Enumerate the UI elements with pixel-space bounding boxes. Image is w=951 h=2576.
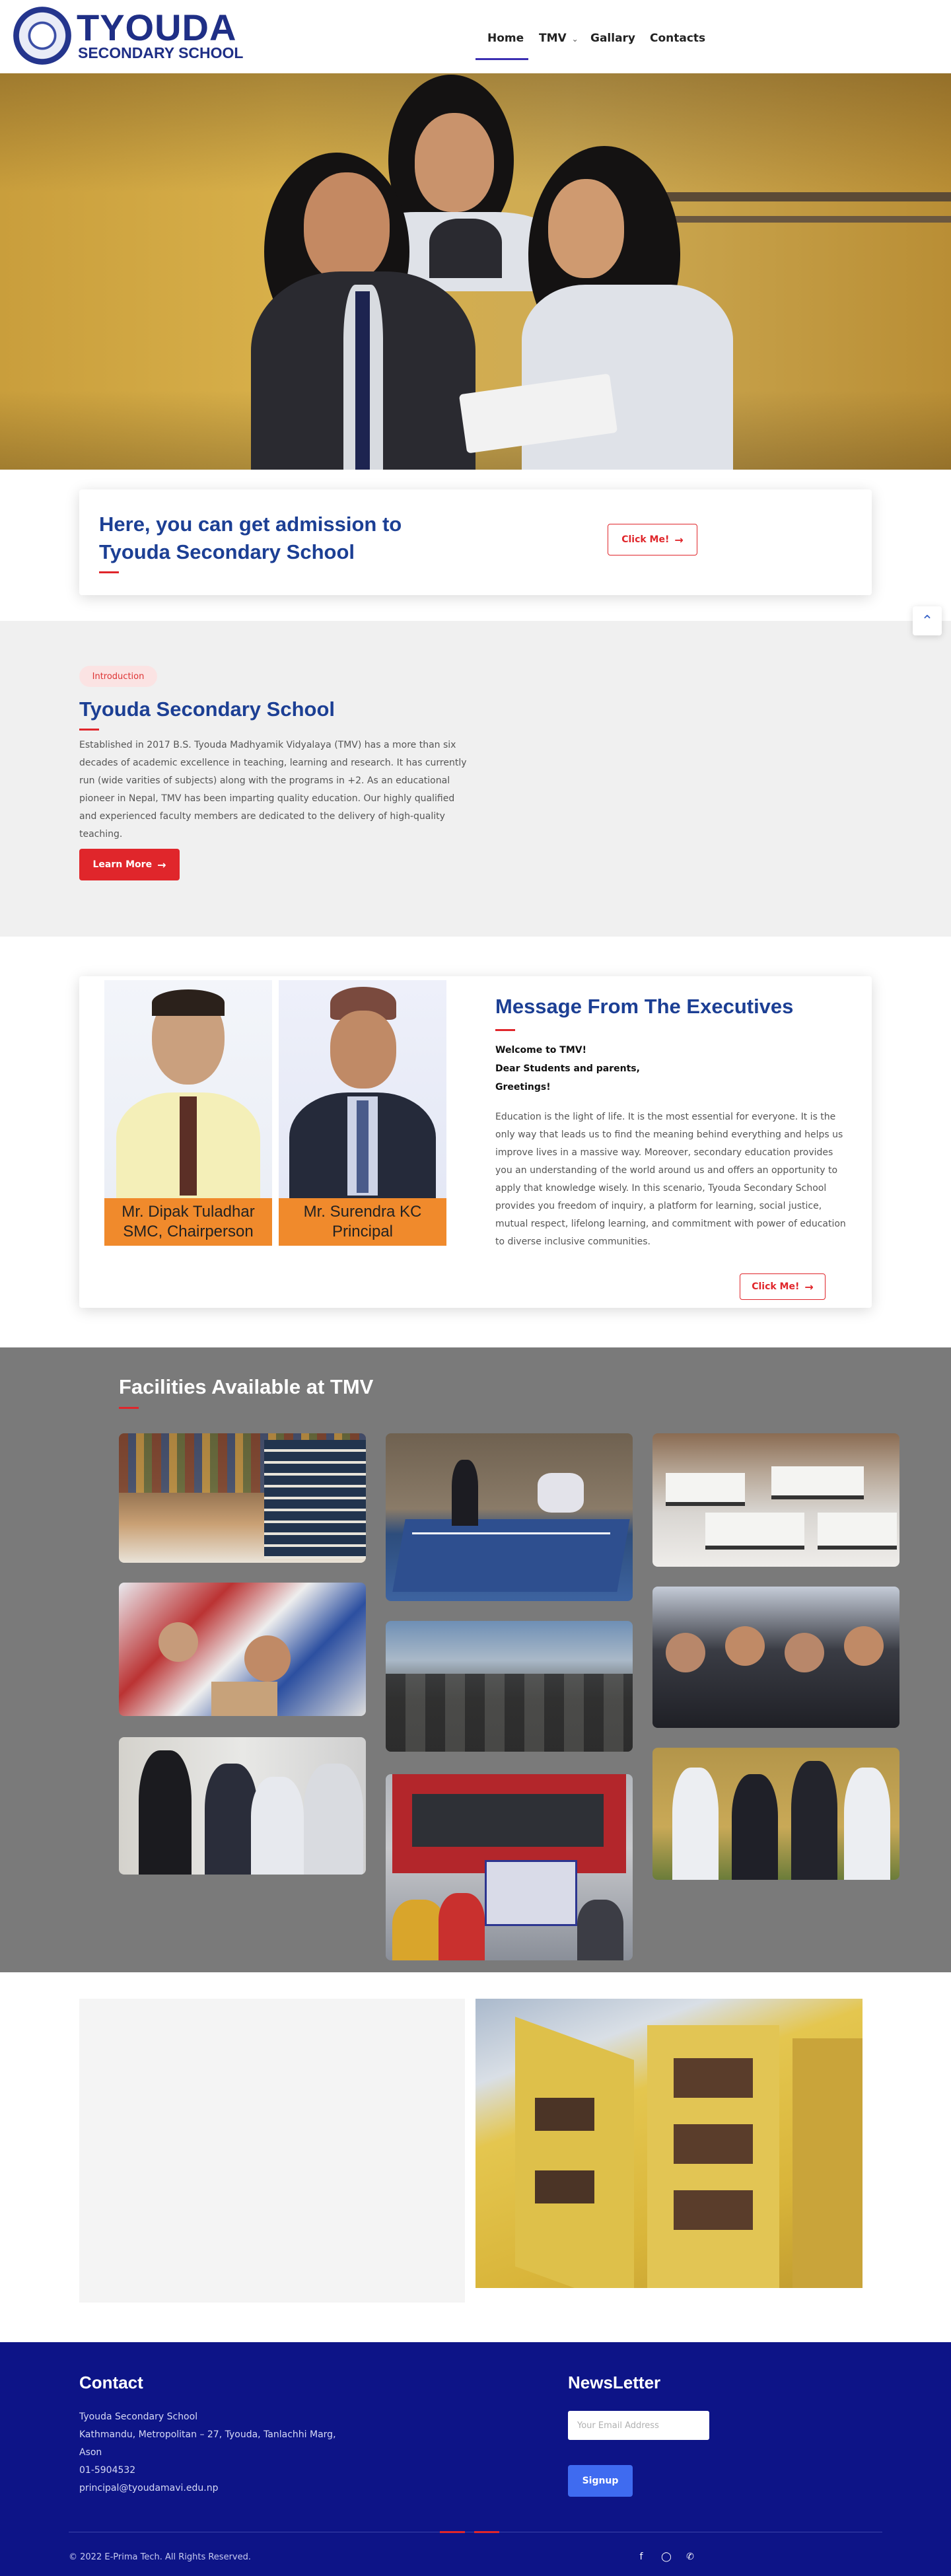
arrow-right-icon: → — [804, 1280, 814, 1293]
contact-phone[interactable]: 01-5904532 — [79, 2462, 336, 2480]
site-footer: Contact Tyouda Secondary School Kathmand… — [0, 2342, 951, 2576]
executive-photo-principal: Mr. Surendra KC Principal — [279, 980, 446, 1246]
nav-home[interactable]: Home — [487, 32, 524, 45]
facility-photo-library[interactable] — [119, 1433, 366, 1563]
facility-photo-red-cross[interactable] — [119, 1583, 366, 1716]
nav-active-indicator — [476, 58, 528, 60]
facility-photo-students[interactable] — [119, 1737, 366, 1875]
newsletter-heading: NewsLetter — [568, 2373, 661, 2392]
school-logo-seal[interactable] — [13, 7, 71, 65]
site-header: TYOUDA SECONDARY SCHOOL Home TMV ⌄ Gallar… — [0, 0, 951, 73]
hero-image — [0, 73, 951, 470]
nav-tmv[interactable]: TMV ⌄ — [539, 32, 579, 45]
introduction-section: Introduction Tyouda Secondary School Est… — [0, 621, 951, 937]
nav-contacts[interactable]: Contacts — [650, 32, 705, 45]
facility-photo-classroom[interactable] — [386, 1621, 633, 1752]
executives-click-button[interactable]: Click Me! → — [740, 1273, 826, 1300]
instagram-icon[interactable]: ◯ — [660, 2551, 672, 2563]
intro-heading: Tyouda Secondary School — [79, 698, 335, 721]
hero-railing — [627, 192, 951, 201]
executives-card: Mr. Dipak Tuladhar SMC, Chairperson Mr. … — [79, 976, 872, 1308]
contact-address: Tyouda Secondary School Kathmandu, Metro… — [79, 2408, 336, 2497]
facility-photo-assembly[interactable] — [652, 1587, 899, 1728]
facilities-heading: Facilities Available at TMV — [119, 1375, 374, 1398]
chevron-up-icon: ⌃ — [921, 612, 934, 629]
scroll-to-top-button[interactable]: ⌃ — [913, 606, 942, 635]
heading-accent-rule — [79, 729, 99, 731]
facility-photo-table-tennis[interactable] — [386, 1433, 633, 1601]
newsletter-email-input[interactable] — [568, 2411, 709, 2440]
admission-click-button[interactable]: Click Me! → — [608, 524, 697, 555]
executives-message: Education is the light of life. It is th… — [495, 1112, 846, 1247]
introduction-tag: Introduction — [79, 666, 157, 687]
whatsapp-icon[interactable]: ✆ — [684, 2551, 696, 2563]
chevron-down-icon: ⌄ — [571, 34, 579, 44]
school-building-photo — [476, 1999, 863, 2288]
heading-accent-rule — [99, 571, 119, 573]
facility-photo-uniform-students[interactable] — [652, 1748, 899, 1880]
arrow-right-icon: → — [674, 533, 684, 546]
executive-caption: Mr. Surendra KC Principal — [279, 1198, 446, 1246]
executive-photo-chairperson: Mr. Dipak Tuladhar SMC, Chairperson — [104, 980, 272, 1246]
footer-accent — [440, 2531, 465, 2533]
facility-photo-canteen[interactable] — [652, 1433, 899, 1567]
executives-greeting: Welcome to TMV! Dear Students and parent… — [495, 1045, 640, 1092]
map-placeholder — [79, 1999, 465, 2303]
logo-subtitle[interactable]: SECONDARY SCHOOL — [78, 45, 243, 61]
heading-accent-rule — [119, 1407, 139, 1409]
admission-card: Here, you can get admission to Tyouda Se… — [79, 489, 872, 595]
contact-email[interactable]: principal@tyoudamavi.edu.np — [79, 2480, 336, 2497]
heading-accent-rule — [495, 1029, 515, 1031]
copyright-text: © 2022 E-Prima Tech. All Rights Reserved… — [69, 2552, 251, 2562]
executive-caption: Mr. Dipak Tuladhar SMC, Chairperson — [104, 1198, 272, 1246]
executives-heading: Message From The Executives — [495, 995, 794, 1018]
nav-gallary[interactable]: Gallary — [590, 32, 635, 45]
intro-paragraph: Established in 2017 B.S. Tyouda Madhyami… — [79, 740, 467, 840]
facebook-icon[interactable]: f — [635, 2551, 647, 2563]
facility-photo-bus-trip[interactable] — [386, 1774, 633, 1960]
arrow-right-icon: → — [157, 858, 166, 871]
admission-heading: Here, you can get admission to Tyouda Se… — [99, 513, 402, 563]
learn-more-button[interactable]: Learn More → — [79, 849, 180, 880]
contact-heading: Contact — [79, 2373, 143, 2392]
logo-title[interactable]: TYOUDA — [77, 9, 236, 46]
facilities-section: Facilities Available at TMV — [0, 1347, 951, 1972]
signup-button[interactable]: Signup — [568, 2465, 633, 2497]
